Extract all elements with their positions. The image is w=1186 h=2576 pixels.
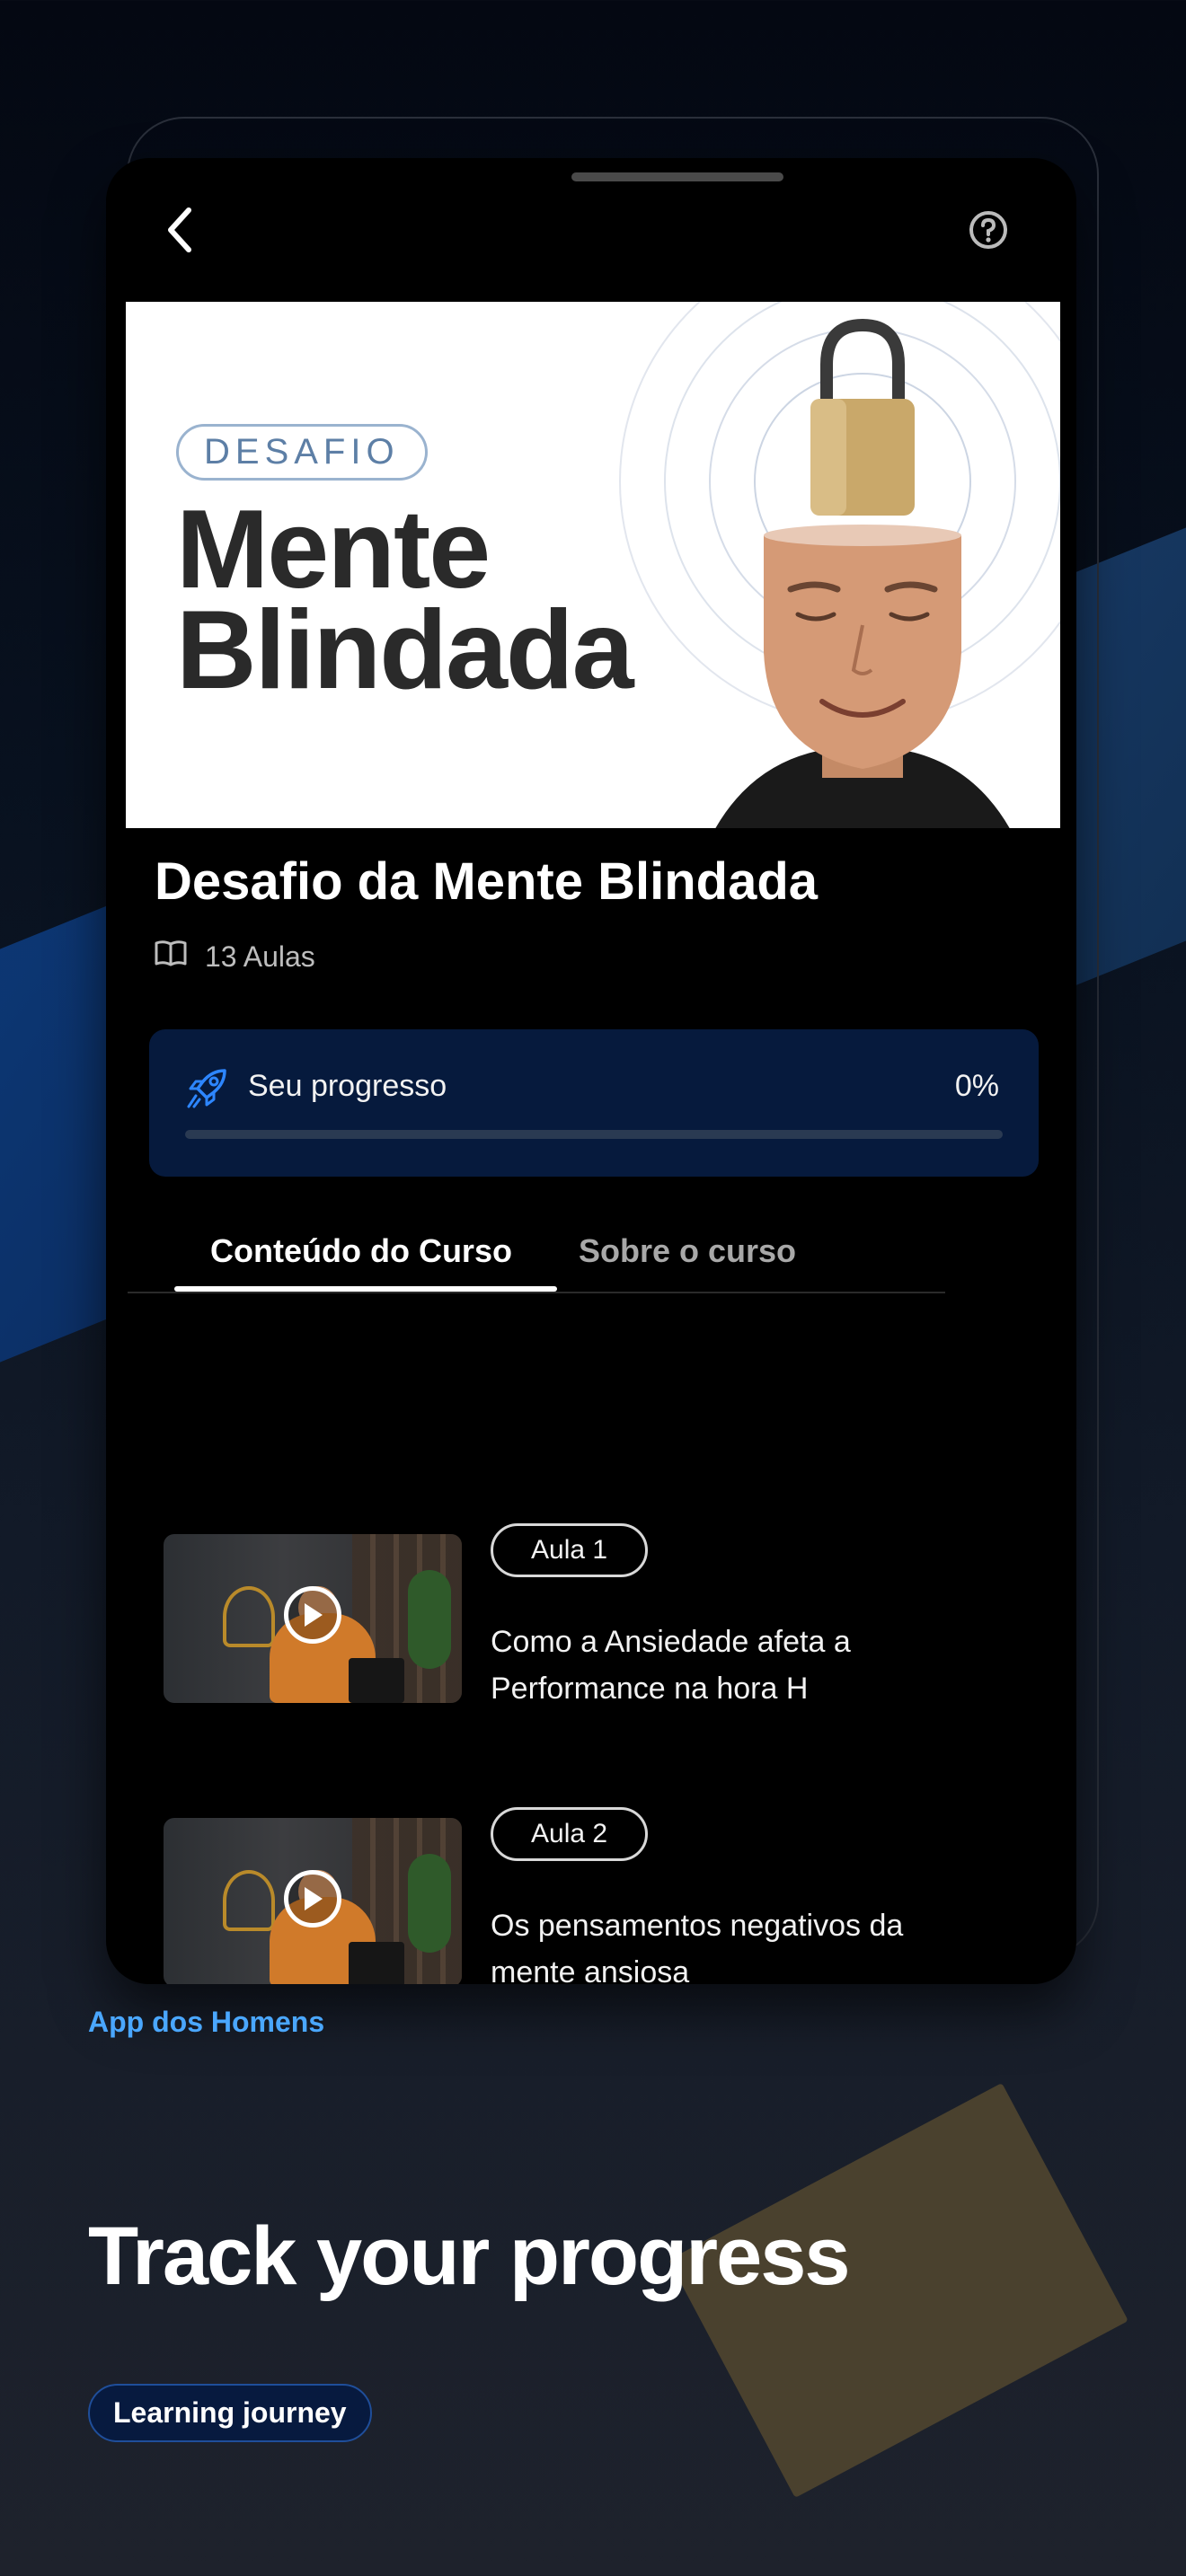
help-circle-icon [967, 208, 1010, 256]
phone-screen: DESAFIO Mente Blindada Desafio da Mente … [106, 158, 1076, 1984]
top-bar [106, 158, 1040, 302]
learning-journey-pill: Learning journey [88, 2384, 372, 2442]
lesson-thumbnail[interactable] [164, 1818, 462, 1984]
course-banner: DESAFIO Mente Blindada [126, 302, 1060, 828]
banner-title: Mente Blindada [176, 494, 634, 706]
banner-illustration [602, 302, 1060, 828]
progress-card: Seu progresso 0% [149, 1029, 1039, 1177]
course-title: Desafio da Mente Blindada [155, 852, 819, 911]
banner-title-line2: Blindada [176, 588, 634, 712]
rocket-icon [185, 1065, 230, 1115]
active-tab-indicator [174, 1286, 557, 1292]
headline: Track your progress [88, 2210, 851, 2302]
lessons-count-label: 13 Aulas [205, 940, 315, 973]
course-tabs: Conteúdo do Curso Sobre o curso [128, 1213, 945, 1293]
play-icon[interactable] [284, 1870, 341, 1928]
back-button[interactable] [153, 205, 207, 259]
lesson-item[interactable]: Aula 2 Os pensamentos negativos da mente… [164, 1807, 1026, 1984]
lessons-count: 13 Aulas [155, 940, 315, 974]
book-open-icon [155, 940, 187, 974]
banner-badge: DESAFIO [176, 424, 428, 481]
lesson-title: Os pensamentos negativos da mente ansios… [491, 1909, 904, 1984]
tab-course-content[interactable]: Conteúdo do Curso [210, 1232, 512, 1270]
app-name: App dos Homens [88, 2006, 325, 2038]
lesson-title: Como a Ansiedade afeta a Performance na … [491, 1625, 851, 1706]
tab-about-course[interactable]: Sobre o curso [579, 1232, 796, 1270]
help-button[interactable] [961, 205, 1015, 259]
chevron-left-icon [164, 207, 196, 258]
lesson-chip: Aula 2 [491, 1807, 649, 1861]
progress-value: 0% [954, 1069, 999, 1103]
lesson-chip: Aula 1 [491, 1523, 649, 1577]
progress-label: Seu progresso [248, 1069, 447, 1103]
play-icon[interactable] [284, 1586, 341, 1644]
lesson-item[interactable]: Aula 1 Como a Ansiedade afeta a Performa… [164, 1523, 1026, 1706]
lesson-thumbnail[interactable] [164, 1534, 462, 1703]
progress-bar [185, 1130, 1003, 1139]
